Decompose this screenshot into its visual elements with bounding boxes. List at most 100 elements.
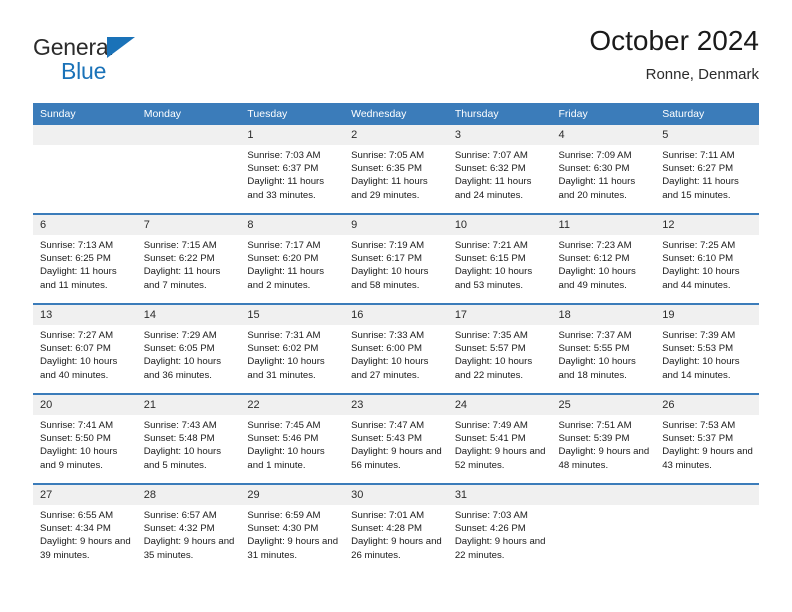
calendar-day-cell[interactable]: 26 Sunrise: 7:53 AM Sunset: 5:37 PM Dayligh… bbox=[655, 394, 759, 484]
day-number: 7 bbox=[136, 215, 241, 235]
sunset-time: Sunset: 6:32 PM bbox=[454, 163, 526, 175]
day-sun-info: Sunrise: 7:31 AM Sunset: 6:02 PM Daylight:… bbox=[240, 325, 344, 382]
daylight-duration: Daylight: 9 hours and 31 minutes. bbox=[247, 536, 339, 561]
daylight-duration: Daylight: 9 hours and 39 minutes. bbox=[40, 536, 131, 561]
weekday-header-tuesday: Tuesday bbox=[240, 103, 345, 125]
calendar-day-cell[interactable]: 24 Sunrise: 7:49 AM Sunset: 5:41 PM Dayligh… bbox=[447, 394, 552, 484]
day-number: 25 bbox=[551, 395, 656, 415]
weekday-header-sunday: Sunday bbox=[33, 103, 137, 125]
sunset-time: Sunset: 6:02 PM bbox=[247, 343, 319, 355]
weekday-header-friday: Friday bbox=[551, 103, 656, 125]
sunset-time: Sunset: 5:50 PM bbox=[40, 433, 111, 445]
sunrise-time: Sunrise: 7:21 AM bbox=[454, 240, 528, 251]
sunrise-time: Sunrise: 7:49 AM bbox=[454, 420, 528, 431]
calendar-day-cell[interactable]: 10 Sunrise: 7:21 AM Sunset: 6:15 PM Dayligh… bbox=[447, 214, 552, 304]
sunset-time: Sunset: 5:48 PM bbox=[143, 433, 215, 445]
day-number: 26 bbox=[655, 395, 759, 415]
day-sun-info: Sunrise: 7:39 AM Sunset: 5:53 PM Daylight:… bbox=[655, 325, 759, 382]
sunrise-time: Sunrise: 7:51 AM bbox=[558, 420, 632, 431]
calendar-day-cell[interactable]: 5 Sunrise: 7:11 AM Sunset: 6:27 PM Daylight… bbox=[655, 125, 759, 214]
calendar-day-cell[interactable]: 6 Sunrise: 7:13 AM Sunset: 6:25 PM Daylight… bbox=[33, 214, 137, 304]
sunset-time: Sunset: 6:15 PM bbox=[454, 253, 526, 265]
day-sun-info: Sunrise: 7:07 AM Sunset: 6:32 PM Daylight:… bbox=[448, 145, 552, 202]
calendar-header: Sunday Monday Tuesday Wednesday Thursday Frid… bbox=[33, 103, 759, 125]
daylight-duration: Daylight: 11 hours and 11 minutes. bbox=[40, 266, 117, 291]
daylight-duration: Daylight: 9 hours and 52 minutes. bbox=[454, 446, 546, 471]
calendar-day-cell[interactable]: 18 Sunrise: 7:37 AM Sunset: 5:55 PM Dayligh… bbox=[551, 304, 656, 394]
calendar-day-cell[interactable]: 30 Sunrise: 7:01 AM Sunset: 4:28 PM Dayligh… bbox=[344, 484, 448, 573]
calendar-day-cell[interactable]: 3 Sunrise: 7:07 AM Sunset: 6:32 PM Daylight… bbox=[447, 125, 552, 214]
sunrise-time: Sunrise: 7:37 AM bbox=[558, 330, 632, 341]
calendar-day-cell[interactable]: 17 Sunrise: 7:35 AM Sunset: 5:57 PM Dayligh… bbox=[447, 304, 552, 394]
daylight-duration: Daylight: 10 hours and 1 minute. bbox=[247, 446, 325, 471]
day-sun-info: Sunrise: 7:33 AM Sunset: 6:00 PM Daylight:… bbox=[344, 325, 448, 382]
day-number: 6 bbox=[33, 215, 137, 235]
day-number: 27 bbox=[33, 485, 137, 505]
calendar-day-cell[interactable]: 31 Sunrise: 7:03 AM Sunset: 4:26 PM Dayligh… bbox=[447, 484, 552, 573]
daylight-duration: Daylight: 11 hours and 2 minutes. bbox=[247, 266, 325, 291]
sunrise-time: Sunrise: 7:07 AM bbox=[454, 150, 528, 161]
calendar-day-cell[interactable]: 2 Sunrise: 7:05 AM Sunset: 6:35 PM Daylight… bbox=[344, 125, 448, 214]
day-number: 10 bbox=[447, 215, 552, 235]
sunrise-time: Sunrise: 7:19 AM bbox=[351, 240, 425, 251]
day-number: 16 bbox=[344, 305, 448, 325]
calendar-week-row: 20 Sunrise: 7:41 AM Sunset: 5:50 PM Dayligh… bbox=[33, 394, 759, 484]
calendar-day-cell[interactable]: 12 Sunrise: 7:25 AM Sunset: 6:10 PM Dayligh… bbox=[655, 214, 759, 304]
title-block: October 2024 Ronne, Denmark bbox=[589, 24, 759, 86]
day-number bbox=[551, 485, 656, 505]
calendar-day-cell[interactable]: 14 Sunrise: 7:29 AM Sunset: 6:05 PM Dayligh… bbox=[136, 304, 241, 394]
day-sun-info: Sunrise: 7:53 AM Sunset: 5:37 PM Daylight:… bbox=[655, 415, 759, 472]
sunrise-time: Sunrise: 7:35 AM bbox=[454, 330, 528, 341]
daylight-duration: Daylight: 11 hours and 24 minutes. bbox=[454, 176, 532, 201]
sunrise-time: Sunrise: 7:31 AM bbox=[247, 330, 321, 341]
calendar-day-cell[interactable]: 11 Sunrise: 7:23 AM Sunset: 6:12 PM Dayligh… bbox=[551, 214, 656, 304]
day-sun-info: Sunrise: 6:57 AM Sunset: 4:32 PM Daylight:… bbox=[137, 505, 241, 562]
sunset-time: Sunset: 4:26 PM bbox=[454, 523, 526, 535]
calendar-day-cell[interactable]: 29 Sunrise: 6:59 AM Sunset: 4:30 PM Dayligh… bbox=[240, 484, 345, 573]
sunrise-time: Sunrise: 6:59 AM bbox=[247, 510, 321, 521]
day-sun-info: Sunrise: 7:19 AM Sunset: 6:17 PM Daylight:… bbox=[344, 235, 448, 292]
generalblue-logo[interactable]: General Blue bbox=[33, 34, 153, 90]
sunset-time: Sunset: 5:39 PM bbox=[558, 433, 630, 445]
day-sun-info: Sunrise: 7:23 AM Sunset: 6:12 PM Daylight:… bbox=[552, 235, 656, 292]
daylight-duration: Daylight: 10 hours and 5 minutes. bbox=[143, 446, 222, 471]
calendar-day-cell[interactable]: 7 Sunrise: 7:15 AM Sunset: 6:22 PM Daylight… bbox=[136, 214, 241, 304]
calendar-day-cell[interactable]: 23 Sunrise: 7:47 AM Sunset: 5:43 PM Dayligh… bbox=[344, 394, 448, 484]
day-sun-info: Sunrise: 6:59 AM Sunset: 4:30 PM Daylight:… bbox=[240, 505, 344, 562]
daylight-duration: Daylight: 10 hours and 18 minutes. bbox=[558, 356, 636, 381]
daylight-duration: Daylight: 11 hours and 29 minutes. bbox=[351, 176, 428, 201]
calendar-day-cell[interactable]: 9 Sunrise: 7:19 AM Sunset: 6:17 PM Daylight… bbox=[344, 214, 448, 304]
calendar-day-cell[interactable]: 4 Sunrise: 7:09 AM Sunset: 6:30 PM Daylight… bbox=[551, 125, 656, 214]
calendar-day-cell[interactable]: 8 Sunrise: 7:17 AM Sunset: 6:20 PM Daylight… bbox=[240, 214, 345, 304]
sunrise-time: Sunrise: 7:25 AM bbox=[662, 240, 736, 251]
day-number: 9 bbox=[344, 215, 448, 235]
calendar-day-cell[interactable]: 21 Sunrise: 7:43 AM Sunset: 5:48 PM Dayligh… bbox=[136, 394, 241, 484]
weekday-header-wednesday: Wednesday bbox=[344, 103, 448, 125]
calendar-day-cell[interactable]: 19 Sunrise: 7:39 AM Sunset: 5:53 PM Dayligh… bbox=[655, 304, 759, 394]
sunset-time: Sunset: 4:30 PM bbox=[247, 523, 319, 535]
sunrise-time: Sunrise: 7:17 AM bbox=[247, 240, 321, 251]
daylight-duration: Daylight: 11 hours and 15 minutes. bbox=[662, 176, 739, 201]
sunset-time: Sunset: 5:57 PM bbox=[454, 343, 526, 355]
calendar-page: General Blue October 2024 Ronne, Denmark… bbox=[0, 0, 792, 612]
calendar-day-cell[interactable]: 16 Sunrise: 7:33 AM Sunset: 6:00 PM Dayligh… bbox=[344, 304, 448, 394]
calendar-day-cell[interactable]: 20 Sunrise: 7:41 AM Sunset: 5:50 PM Dayligh… bbox=[33, 394, 137, 484]
calendar-day-cell[interactable]: 28 Sunrise: 6:57 AM Sunset: 4:32 PM Dayligh… bbox=[136, 484, 241, 573]
calendar-day-cell[interactable]: 1 Sunrise: 7:03 AM Sunset: 6:37 PM Daylight… bbox=[240, 125, 345, 214]
daylight-duration: Daylight: 10 hours and 40 minutes. bbox=[40, 356, 118, 381]
day-number: 29 bbox=[240, 485, 345, 505]
day-number: 1 bbox=[240, 125, 345, 145]
calendar-day-cell[interactable]: 25 Sunrise: 7:51 AM Sunset: 5:39 PM Dayligh… bbox=[551, 394, 656, 484]
sunset-time: Sunset: 6:10 PM bbox=[662, 253, 734, 265]
calendar-day-cell[interactable]: 22 Sunrise: 7:45 AM Sunset: 5:46 PM Dayligh… bbox=[240, 394, 345, 484]
sunrise-time: Sunrise: 7:11 AM bbox=[662, 150, 735, 161]
calendar-day-cell[interactable]: 13 Sunrise: 7:27 AM Sunset: 6:07 PM Dayligh… bbox=[33, 304, 137, 394]
day-sun-info: Sunrise: 7:03 AM Sunset: 6:37 PM Daylight:… bbox=[240, 145, 344, 202]
sunset-time: Sunset: 5:46 PM bbox=[247, 433, 319, 445]
sunset-time: Sunset: 6:12 PM bbox=[558, 253, 630, 265]
calendar-day-cell[interactable]: 15 Sunrise: 7:31 AM Sunset: 6:02 PM Dayligh… bbox=[240, 304, 345, 394]
sunrise-time: Sunrise: 7:13 AM bbox=[40, 240, 114, 251]
calendar-day-cell[interactable]: 27 Sunrise: 6:55 AM Sunset: 4:34 PM Dayligh… bbox=[33, 484, 137, 573]
daylight-duration: Daylight: 11 hours and 20 minutes. bbox=[558, 176, 636, 201]
calendar-cell-empty bbox=[33, 125, 137, 214]
